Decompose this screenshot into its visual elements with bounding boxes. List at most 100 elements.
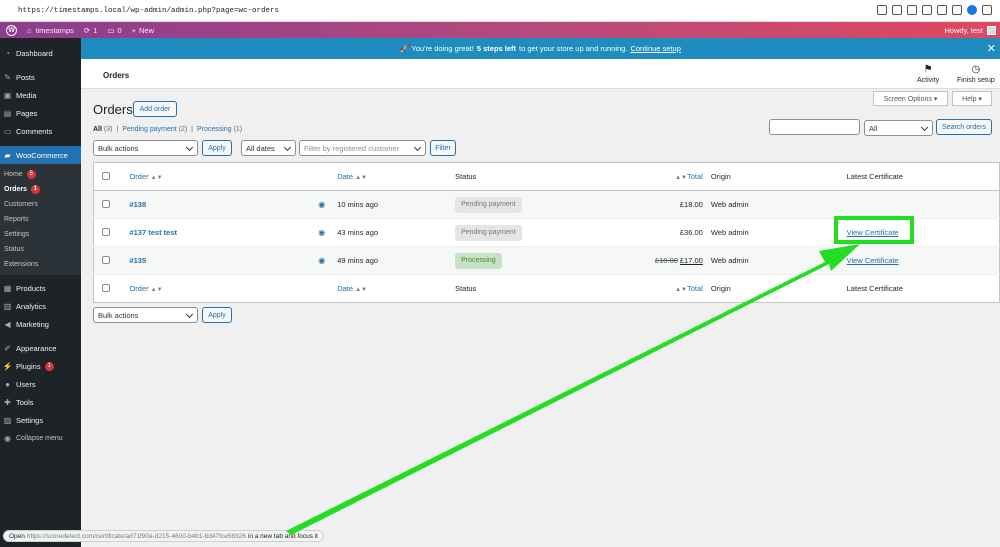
column-order[interactable]: Order ▲▼ bbox=[129, 274, 338, 303]
submenu-orders[interactable]: Orders 1 bbox=[0, 182, 81, 197]
admin-sidebar: ◔ Dashboard ✎ Posts ▣ Media ▤ Pages ▭ Comment… bbox=[0, 38, 81, 547]
flag-icon: ⚑ bbox=[923, 64, 933, 75]
sidebar-item-posts[interactable]: ✎ Posts bbox=[0, 68, 81, 86]
table-row[interactable]: #137 test test ◉ 43 mins ago Pending paym… bbox=[93, 218, 1000, 247]
sidebar-item-tools[interactable]: ✚ Tools bbox=[0, 393, 81, 411]
admin-bar: W ⌂ timestamps ⟳ 1 ▭ 0 + New Howdy, test bbox=[0, 22, 1000, 38]
column-date[interactable]: Date ▲▼ bbox=[337, 162, 456, 191]
order-date: 43 mins ago bbox=[337, 218, 456, 247]
link-icon[interactable] bbox=[877, 5, 887, 15]
order-date: 10 mins ago bbox=[337, 190, 456, 219]
sidebar-item-users[interactable]: ● Users bbox=[0, 375, 81, 393]
screen-options-button[interactable]: Screen Options ▾ bbox=[873, 91, 948, 106]
home-icon: ⌂ bbox=[27, 25, 32, 35]
table-row[interactable]: #138 ◉ 10 mins ago Pending payment £18.00… bbox=[93, 190, 1000, 219]
add-order-button[interactable]: Add order bbox=[133, 101, 177, 117]
sidebar-item-plugins[interactable]: ⚡ Plugins 1 bbox=[0, 357, 81, 375]
column-origin: Origin bbox=[710, 274, 847, 303]
continue-setup-link[interactable]: Continue setup bbox=[630, 44, 680, 53]
activity-button[interactable]: ⚑ Activity bbox=[917, 64, 939, 84]
sidebar-item-media[interactable]: ▣ Media bbox=[0, 86, 81, 104]
column-total[interactable]: ▲▼Total bbox=[604, 162, 711, 191]
submenu-settings[interactable]: Settings bbox=[0, 227, 81, 242]
filter-button[interactable]: Filter bbox=[430, 140, 456, 156]
url-text[interactable]: https://timestamps.local/wp-admin/admin.… bbox=[18, 7, 279, 15]
close-icon[interactable]: ✕ bbox=[987, 42, 996, 55]
submenu-status[interactable]: Status bbox=[0, 242, 81, 257]
bulk-actions-select-bottom[interactable]: Bulk actions bbox=[93, 307, 198, 323]
column-order[interactable]: Order ▲▼ bbox=[129, 162, 338, 191]
help-button[interactable]: Help ▾ bbox=[952, 91, 992, 106]
apply-button-bottom[interactable]: Apply bbox=[202, 307, 232, 323]
apply-button[interactable]: Apply bbox=[202, 140, 232, 156]
column-total[interactable]: ▲▼Total bbox=[604, 274, 711, 303]
site-name-link[interactable]: ⌂ timestamps bbox=[27, 26, 74, 35]
column-status: Status bbox=[455, 162, 605, 191]
filter-processing[interactable]: Processing bbox=[197, 126, 232, 133]
submenu-reports[interactable]: Reports bbox=[0, 212, 81, 227]
sidebar-item-marketing[interactable]: ◀ Marketing bbox=[0, 315, 81, 333]
row-checkbox[interactable] bbox=[102, 255, 110, 264]
order-link[interactable]: #137 test test bbox=[129, 228, 177, 237]
wrench-icon: ✚ bbox=[4, 397, 11, 407]
sort-icon: ▲▼ bbox=[355, 287, 367, 293]
sidebar-item-woocommerce[interactable]: ▰ WooCommerce bbox=[0, 146, 81, 164]
filter-pending-payment[interactable]: Pending payment bbox=[122, 126, 176, 133]
collapse-menu[interactable]: ◉ Collapse menu bbox=[0, 429, 81, 447]
users-icon: ● bbox=[5, 379, 10, 389]
account-menu[interactable]: Howdy, test bbox=[944, 25, 996, 35]
column-origin: Origin bbox=[710, 162, 847, 191]
order-link[interactable]: #135 bbox=[129, 256, 146, 265]
woocommerce-header: Orders ⚑ Activity ◷ Finish setup bbox=[81, 59, 1000, 89]
orders-badge: 1 bbox=[30, 185, 40, 194]
code-icon[interactable] bbox=[937, 5, 947, 15]
screenshot-icon[interactable] bbox=[907, 5, 917, 15]
order-link[interactable]: #138 bbox=[129, 200, 146, 209]
preview-eye-icon[interactable]: ◉ bbox=[318, 256, 325, 265]
sidebar-item-analytics[interactable]: ▥ Analytics bbox=[0, 297, 81, 315]
sidebar-item-pages[interactable]: ▤ Pages bbox=[0, 104, 81, 122]
table-row[interactable]: #135 ◉ 49 mins ago Processing £18.00 £17.0… bbox=[93, 246, 1000, 275]
filter-all[interactable]: All (3) bbox=[93, 126, 112, 133]
view-certificate-link[interactable]: View Certificate bbox=[847, 228, 899, 237]
progress-icon: ◷ bbox=[971, 64, 981, 75]
sidebar-item-dashboard[interactable]: ◔ Dashboard bbox=[0, 44, 81, 62]
sort-icon: ▲▼ bbox=[675, 175, 687, 181]
view-certificate-link[interactable]: View Certificate bbox=[847, 256, 899, 265]
order-origin: Web admin bbox=[710, 190, 847, 219]
new-content-link[interactable]: + New bbox=[132, 26, 154, 35]
search-input[interactable] bbox=[769, 119, 860, 135]
preview-eye-icon[interactable]: ◉ bbox=[318, 200, 325, 209]
link-status-tooltip: Open https://scoredetect.com/certificate… bbox=[3, 530, 324, 542]
preview-eye-icon[interactable]: ◉ bbox=[318, 228, 325, 237]
extension-icon[interactable] bbox=[922, 5, 932, 15]
sidebar-item-comments[interactable]: ▭ Comments bbox=[0, 122, 81, 140]
profile-icon[interactable] bbox=[967, 5, 977, 15]
dates-select[interactable]: All dates bbox=[241, 140, 296, 156]
column-date[interactable]: Date ▲▼ bbox=[337, 274, 456, 303]
comments-link[interactable]: ▭ 0 bbox=[107, 26, 121, 35]
row-checkbox[interactable] bbox=[102, 227, 110, 236]
select-all-checkbox[interactable] bbox=[102, 283, 110, 292]
submenu-home[interactable]: Home 5 bbox=[0, 167, 81, 182]
devtools-icon[interactable] bbox=[952, 5, 962, 15]
wp-logo[interactable]: W bbox=[3, 24, 17, 36]
browser-toolbar bbox=[877, 5, 992, 15]
menu-icon[interactable] bbox=[982, 5, 992, 15]
sidebar-item-settings[interactable]: ▨ Settings bbox=[0, 411, 81, 429]
search-orders-button[interactable]: Search orders bbox=[936, 119, 992, 135]
table-footer-row: Order ▲▼ Date ▲▼ Status ▲▼Total Origin Lat… bbox=[93, 274, 1000, 303]
camera-icon[interactable] bbox=[892, 5, 902, 15]
finish-setup-button[interactable]: ◷ Finish setup bbox=[957, 64, 995, 84]
bulk-actions-select[interactable]: Bulk actions bbox=[93, 140, 198, 156]
row-checkbox[interactable] bbox=[102, 199, 110, 208]
search-type-select[interactable]: All bbox=[864, 120, 933, 136]
submenu-extensions[interactable]: Extensions bbox=[0, 257, 81, 272]
customer-filter-select[interactable]: Filter by registered customer bbox=[299, 140, 426, 156]
updates-link[interactable]: ⟳ 1 bbox=[84, 26, 97, 35]
sort-icon: ▲▼ bbox=[675, 287, 687, 293]
sidebar-item-products[interactable]: ▦ Products bbox=[0, 279, 81, 297]
sidebar-item-appearance[interactable]: ✐ Appearance bbox=[0, 339, 81, 357]
select-all-checkbox[interactable] bbox=[102, 171, 110, 180]
submenu-customers[interactable]: Customers bbox=[0, 197, 81, 212]
